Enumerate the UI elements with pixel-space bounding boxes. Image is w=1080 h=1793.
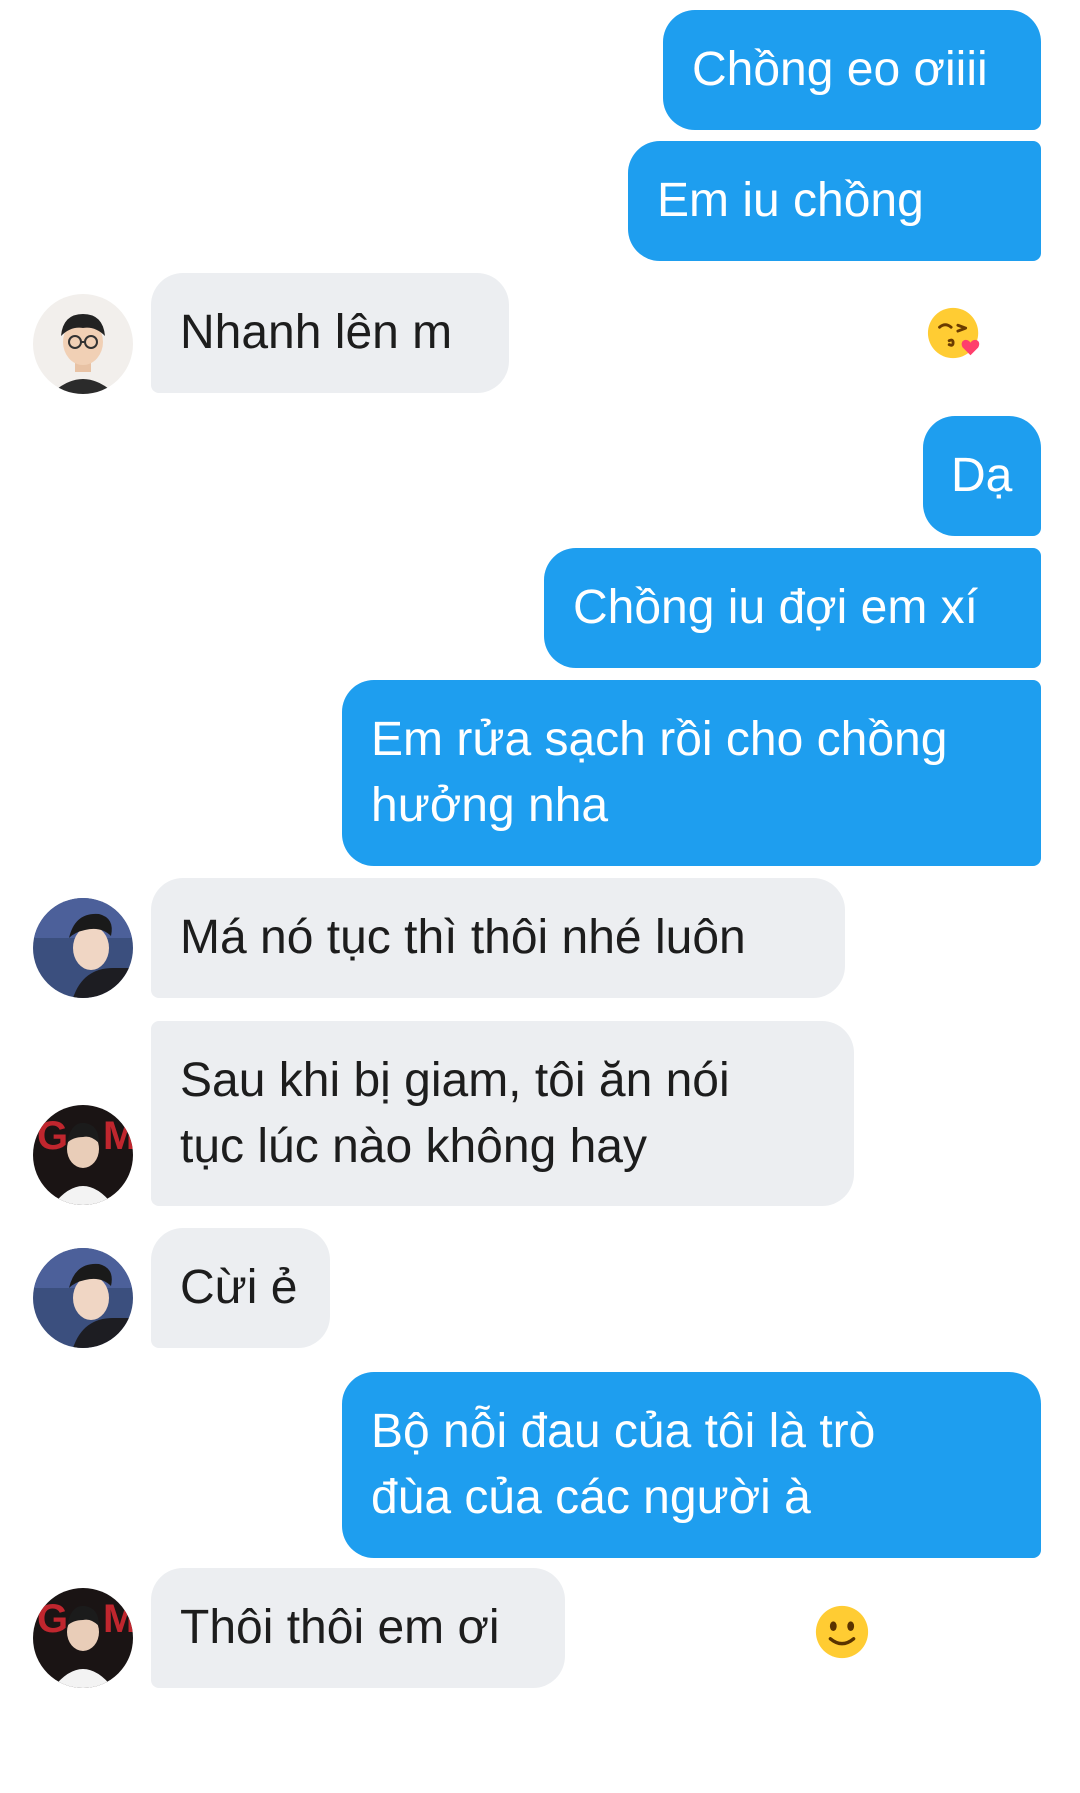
message-bubble-sent[interactable]: Chồng iu đợi em xí: [544, 548, 1041, 668]
message-text: Nhanh lên m: [180, 306, 453, 359]
avatar-gam-boy-icon: G M: [33, 1588, 133, 1688]
message-bubble-sent[interactable]: Em rửa sạch rồi cho chồng hưởng nha: [342, 680, 1041, 866]
message-bubble-sent[interactable]: Dạ: [923, 416, 1041, 536]
avatar[interactable]: [33, 898, 133, 998]
message-text: Em iu chồng: [657, 174, 924, 227]
svg-text:G: G: [37, 1114, 68, 1158]
svg-text:M: M: [103, 1114, 133, 1158]
avatar[interactable]: [33, 1248, 133, 1348]
svg-text:M: M: [103, 1597, 133, 1641]
avatar-gam-boy-icon: G M: [33, 1105, 133, 1205]
message-text: Cừi ẻ: [180, 1261, 298, 1314]
kissing-heart-emoji-icon: [926, 172, 984, 359]
message-text: Thôi thôi em ơi: [180, 1601, 500, 1654]
avatar[interactable]: G M: [33, 1588, 133, 1688]
slightly-smiling-emoji-icon: [813, 1471, 871, 1659]
message-bubble-received[interactable]: Thôi thôi em ơi: [151, 1568, 565, 1688]
svg-text:G: G: [37, 1597, 68, 1641]
message-bubble-received[interactable]: Nhanh lên m: [151, 273, 509, 393]
avatar-profile-boy-icon: [33, 1248, 133, 1348]
avatar-glasses-boy-icon: [33, 294, 133, 394]
message-text: Dạ: [951, 449, 1013, 502]
message-bubble-received[interactable]: Cừi ẻ: [151, 1228, 330, 1348]
message-text: Em rửa sạch rồi cho chồng hưởng nha: [371, 713, 948, 832]
message-text: Chồng iu đợi em xí: [573, 581, 978, 634]
message-bubble-sent[interactable]: Chồng eo ơiiii: [663, 10, 1041, 130]
message-text: Má nó tục thì thôi nhé luôn: [180, 911, 746, 964]
message-bubble-sent[interactable]: Em iu chồng: [628, 141, 1041, 359]
message-text: Bộ nỗi đau của tôi là trò đùa của các ng…: [371, 1399, 875, 1659]
avatar-profile-boy-icon: [33, 898, 133, 998]
message-bubble-received[interactable]: Má nó tục thì thôi nhé luôn: [151, 878, 845, 998]
message-text: Chồng eo ơiiii: [692, 43, 988, 96]
message-bubble-received[interactable]: Sau khi bị giam, tôi ăn nói tục lúc nào …: [151, 1021, 854, 1206]
avatar[interactable]: [33, 294, 133, 394]
message-bubble-sent[interactable]: Bộ nỗi đau của tôi là trò đùa của các ng…: [342, 1372, 1041, 1659]
avatar[interactable]: G M: [33, 1105, 133, 1205]
message-text: Sau khi bị giam, tôi ăn nói tục lúc nào …: [180, 1053, 730, 1173]
